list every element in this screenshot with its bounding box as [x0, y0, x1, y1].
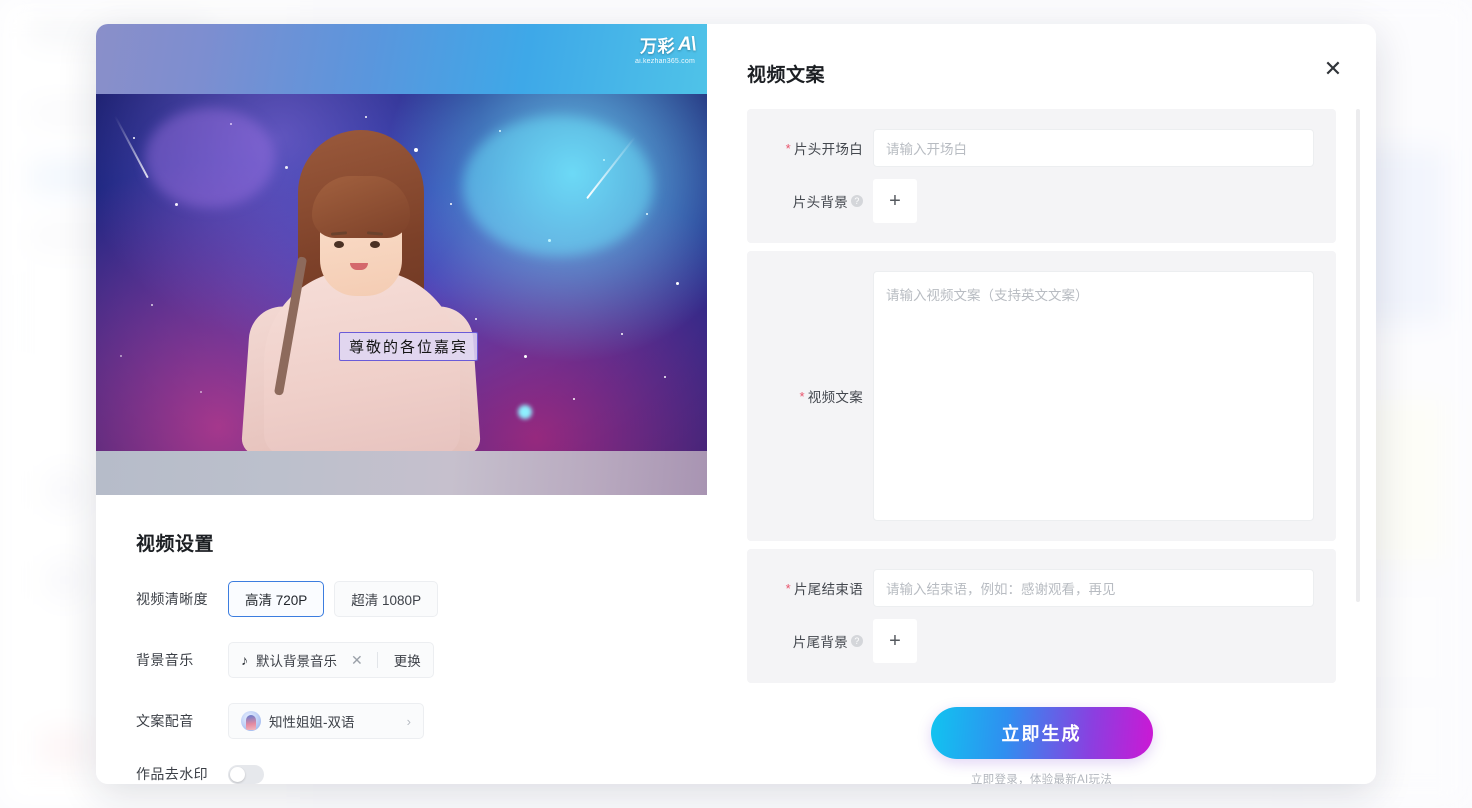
music-change-button[interactable]: 更换 — [386, 650, 421, 670]
video-generation-modal: 万彩 A\ ai.kezhan365.com 尊敬的各位嘉宾 视频设置 视频清晰… — [96, 24, 1376, 784]
script-placeholder: 请输入视频文案（支持英文文案） — [886, 288, 1089, 303]
music-value: 默认背景音乐 — [256, 654, 337, 669]
music-row: 背景音乐 ♪ 默认背景音乐 ✕ 更换 — [136, 642, 707, 678]
preview-stage — [96, 94, 707, 456]
background-block — [45, 470, 85, 510]
required-marker: * — [799, 388, 805, 404]
opening-label-text: 片头开场白 — [794, 142, 863, 157]
opening-row: * 片头开场白 请输入开场白 — [769, 123, 1314, 173]
head-background-label: 片头背景 ? — [769, 191, 873, 211]
opening-card: * 片头开场白 请输入开场白 片头背景 ? + — [747, 109, 1336, 243]
required-marker: * — [785, 140, 791, 156]
music-label: 背景音乐 — [136, 652, 194, 668]
script-textarea[interactable]: 请输入视频文案（支持英文文案） — [873, 271, 1314, 521]
chevron-right-icon: › — [406, 713, 411, 729]
script-card: * 视频文案 请输入视频文案（支持英文文案） — [747, 251, 1336, 541]
watermark-url: ai.kezhan365.com — [634, 58, 695, 65]
ending-placeholder: 请输入结束语，例如：感谢观看，再见 — [886, 582, 1116, 597]
help-icon[interactable]: ? — [851, 195, 863, 207]
preview-bottom-bar — [96, 451, 707, 495]
clarity-option-1080p[interactable]: 超清 1080P — [334, 581, 439, 617]
clarity-label: 视频清晰度 — [136, 591, 208, 607]
voice-avatar-icon — [241, 711, 261, 731]
watermark-brand-text: 万彩 — [640, 37, 675, 56]
divider — [376, 652, 378, 668]
login-hint[interactable]: 立即登录，体验最新AI玩法 — [747, 771, 1336, 784]
page-title: 视频文案 — [747, 65, 826, 86]
tail-background-label: 片尾背景 ? — [769, 631, 873, 651]
right-panel: 视频文案 ✕ * 片头开场白 请输入开场白 片头背景 ? + * 视频文案 请输… — [707, 24, 1376, 784]
clarity-option-720p[interactable]: 高清 720P — [228, 581, 325, 617]
head-background-label-text: 片头背景 — [792, 195, 848, 210]
voice-row: 文案配音 知性姐姐-双语 › — [136, 703, 707, 739]
brand-watermark: 万彩 A\ ai.kezhan365.com — [634, 32, 696, 66]
cyan-orb — [517, 405, 532, 420]
remove-watermark-toggle[interactable] — [228, 764, 264, 784]
tail-background-upload-button[interactable]: + — [873, 619, 917, 663]
music-clear-icon[interactable]: ✕ — [345, 652, 369, 669]
form-scroll-area: * 片头开场白 请输入开场白 片头背景 ? + * 视频文案 请输入视频文案（支… — [747, 109, 1360, 683]
nebula-glow — [462, 115, 653, 256]
head-background-row: 片头背景 ? + — [769, 173, 1314, 229]
clarity-options: 高清 720P 超清 1080P — [228, 581, 439, 617]
ending-row: * 片尾结束语 请输入结束语，例如：感谢观看，再见 — [769, 563, 1314, 613]
tail-background-label-text: 片尾背景 — [792, 635, 848, 650]
preview-top-bar — [96, 24, 707, 94]
voice-label: 文案配音 — [136, 713, 194, 729]
help-icon[interactable]: ? — [851, 635, 863, 647]
music-note-icon: ♪ — [241, 652, 248, 668]
ending-input[interactable]: 请输入结束语，例如：感谢观看，再见 — [873, 569, 1314, 607]
watermark-row: 作品去水印 — [136, 764, 707, 784]
voice-selector[interactable]: 知性姐姐-双语 › — [228, 703, 424, 739]
opening-placeholder: 请输入开场白 — [886, 142, 967, 157]
script-label: * 视频文案 — [769, 271, 873, 521]
watermark-label: 作品去水印 — [136, 766, 208, 782]
video-preview[interactable]: 万彩 A\ ai.kezhan365.com 尊敬的各位嘉宾 — [96, 24, 707, 495]
vertical-scrollbar[interactable] — [1356, 109, 1360, 602]
avatar-character — [240, 106, 482, 456]
script-row: * 视频文案 请输入视频文案（支持英文文案） — [769, 265, 1314, 527]
background-block — [40, 730, 88, 766]
ending-card: * 片尾结束语 请输入结束语，例如：感谢观看，再见 片尾背景 ? + — [747, 549, 1336, 683]
ending-label-text: 片尾结束语 — [794, 582, 863, 597]
left-panel: 万彩 A\ ai.kezhan365.com 尊敬的各位嘉宾 视频设置 视频清晰… — [96, 24, 707, 784]
watermark-ai-logo: A\ — [678, 33, 696, 55]
background-block — [45, 560, 85, 600]
preview-subtitle[interactable]: 尊敬的各位嘉宾 — [339, 332, 479, 361]
script-label-text: 视频文案 — [807, 390, 863, 405]
clarity-row: 视频清晰度 高清 720P 超清 1080P — [136, 581, 707, 617]
ending-label: * 片尾结束语 — [769, 578, 873, 598]
cta-section: 立即生成 立即登录，体验最新AI玩法 — [747, 707, 1336, 784]
opening-input[interactable]: 请输入开场白 — [873, 129, 1314, 167]
close-icon[interactable]: ✕ — [1316, 52, 1350, 86]
video-settings-section: 视频设置 视频清晰度 高清 720P 超清 1080P 背景音乐 ♪ 默认背景音… — [96, 495, 707, 784]
opening-label: * 片头开场白 — [769, 138, 873, 158]
required-marker: * — [785, 580, 791, 596]
settings-title: 视频设置 — [136, 534, 215, 555]
head-background-upload-button[interactable]: + — [873, 179, 917, 223]
voice-value: 知性姐姐-双语 — [269, 715, 355, 730]
music-selector[interactable]: ♪ 默认背景音乐 ✕ 更换 — [228, 642, 434, 678]
generate-button[interactable]: 立即生成 — [930, 707, 1153, 759]
tail-background-row: 片尾背景 ? + — [769, 613, 1314, 669]
